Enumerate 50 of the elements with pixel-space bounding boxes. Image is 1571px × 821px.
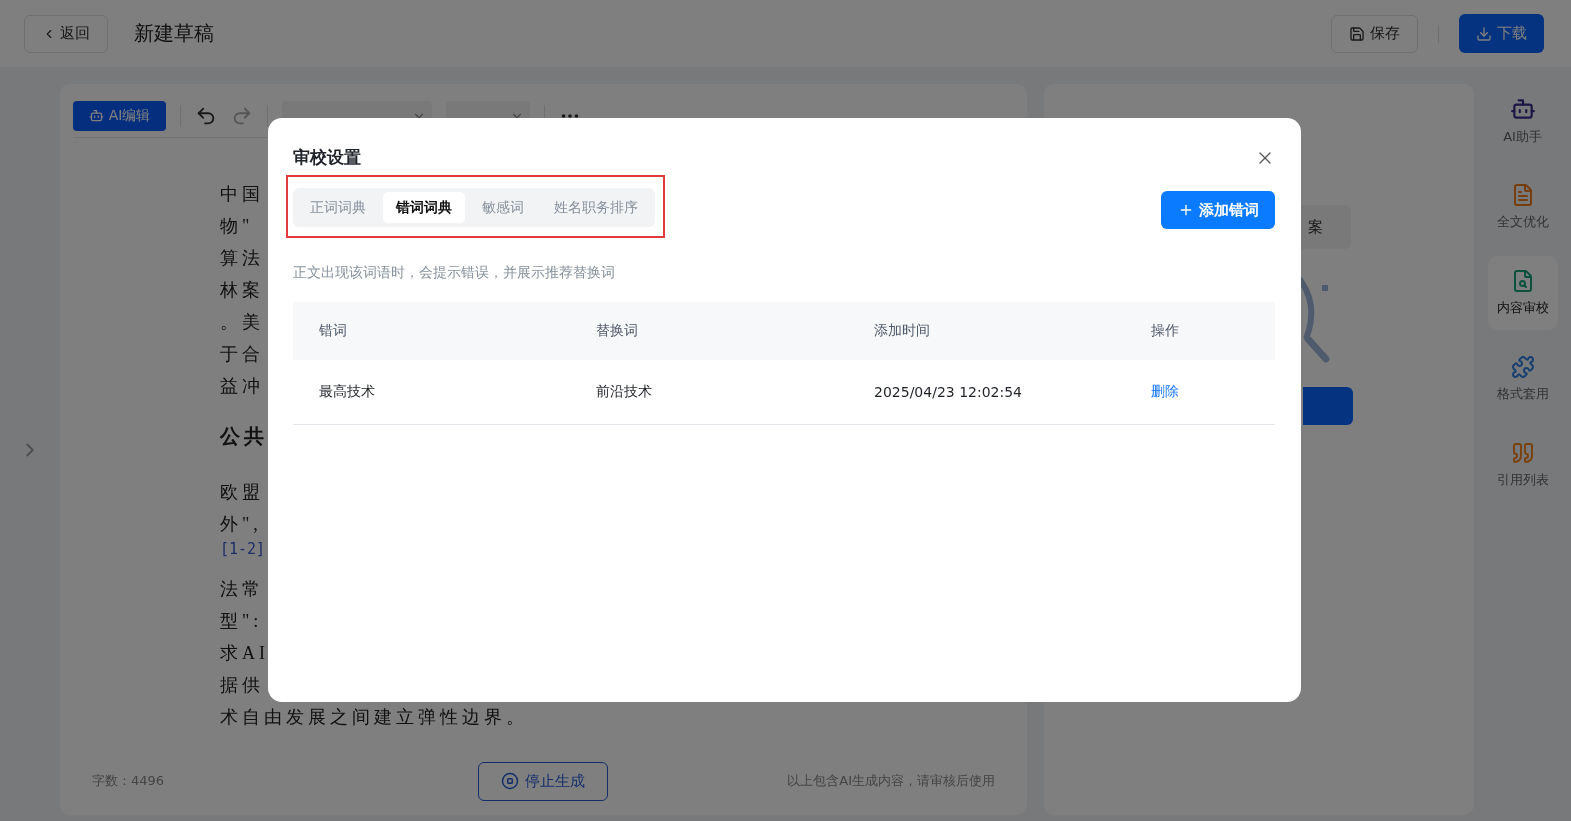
document-text-line: 法常 <box>220 578 264 601</box>
dictionary-tab[interactable]: 正词词典 <box>297 192 379 223</box>
table-cell-text: 前沿技术 <box>596 383 653 401</box>
citation-mark: [1-2] <box>220 540 266 558</box>
document-text-line: 据供 <box>220 674 264 697</box>
sidebar-item[interactable]: 全文优化 <box>1487 170 1558 244</box>
section-heading: 公共 <box>220 424 268 449</box>
add-word-button[interactable]: 添加错词 <box>1161 191 1275 229</box>
column-header: 添加时间 <box>874 322 931 340</box>
dictionary-tab[interactable]: 姓名职务排序 <box>541 192 651 223</box>
table-cell-text: 最高技术 <box>319 383 376 401</box>
download-icon <box>1476 25 1492 42</box>
save-button[interactable]: 保存 <box>1331 14 1418 53</box>
document-text-line: 于合 <box>220 343 264 366</box>
stop-icon <box>501 772 519 790</box>
dialog-description: 正文出现该词语时，会提示错误，并展示推荐替换词 <box>293 264 616 282</box>
dictionary-tab[interactable]: 敏感词 <box>469 192 537 223</box>
document-text-line: 求AI <box>220 642 269 665</box>
document-text-line: 。美 <box>220 311 264 334</box>
document-text-line: 中国 <box>220 183 264 206</box>
sidebar-item[interactable]: 引用列表 <box>1487 428 1558 502</box>
document-text-line: 物" <box>220 215 254 238</box>
stop-generation-button[interactable]: 停止生成 <box>478 761 608 801</box>
column-header: 替换词 <box>596 322 639 340</box>
robot-icon <box>88 108 104 123</box>
delete-link[interactable]: 删除 <box>1151 383 1179 401</box>
page-title: 新建草稿 <box>134 20 215 47</box>
ai-edit-button[interactable]: AI编辑 <box>73 100 166 131</box>
quote-icon <box>1510 441 1535 465</box>
column-header: 错词 <box>319 322 348 340</box>
document-text-line: 欧盟 <box>220 481 264 504</box>
dialog-title: 审校设置 <box>293 146 361 169</box>
dictionary-tab[interactable]: 错词词典 <box>383 192 465 223</box>
document-text-line: 外", <box>220 513 262 536</box>
save-icon <box>1349 25 1365 42</box>
table-cell-text: 2025/04/23 12:02:54 <box>874 384 1024 400</box>
robot-icon <box>1509 96 1536 122</box>
document-text-line: 术自由发展之间建立弹性边界。 <box>220 706 528 729</box>
document-text-line: 型": <box>220 610 263 633</box>
download-button[interactable]: 下载 <box>1459 14 1544 53</box>
document-text-line: 算法 <box>220 247 264 270</box>
word-count: 字数：4496 <box>92 772 166 790</box>
sidebar-item[interactable]: 内容审校 <box>1487 256 1558 330</box>
back-button[interactable]: 返回 <box>24 14 108 53</box>
column-header: 操作 <box>1151 322 1180 340</box>
document-text-line: 益冲 <box>220 375 264 398</box>
puzzle-icon <box>1510 355 1535 379</box>
sidebar-item[interactable]: AI助手 <box>1487 84 1558 158</box>
sidebar-item[interactable]: 格式套用 <box>1487 342 1558 416</box>
document-text-line: 林案 <box>220 279 264 302</box>
